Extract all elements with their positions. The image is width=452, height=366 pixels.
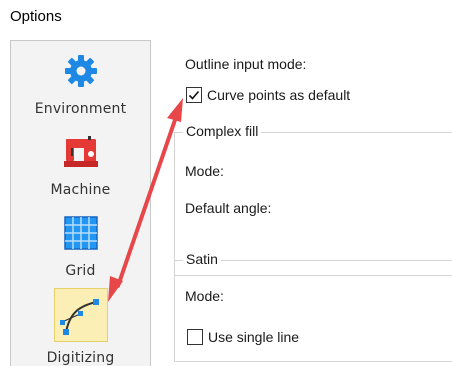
- sidebar-item-label: Digitizing: [46, 350, 115, 366]
- sidebar-item-environment[interactable]: Environment: [11, 45, 150, 123]
- bezier-curve-icon: [53, 288, 108, 342]
- window-title: Options: [10, 8, 62, 25]
- sidebar-item-digitizing[interactable]: Digitizing: [11, 288, 150, 366]
- sidebar-item-grid[interactable]: Grid: [11, 207, 150, 285]
- options-sidebar: Environment Machine Grid Digitizing: [10, 40, 151, 366]
- sidebar-item-label: Machine: [50, 182, 111, 198]
- single-line-checkbox[interactable]: [187, 329, 203, 345]
- complex-fill-title: Complex fill: [183, 123, 262, 139]
- curve-points-checkbox-row[interactable]: Curve points as default: [186, 87, 350, 103]
- sewing-machine-icon: [61, 132, 101, 172]
- digitizing-options-panel: Outline input mode: Curve points as defa…: [152, 40, 452, 366]
- satin-group: Satin Mode: Use single line: [174, 251, 452, 362]
- curve-points-label: Curve points as default: [207, 87, 351, 103]
- checkmark-icon: [188, 90, 200, 100]
- satin-mode-label: Mode:: [185, 288, 224, 304]
- satin-title: Satin: [183, 251, 221, 267]
- single-line-checkbox-row[interactable]: Use single line: [187, 329, 299, 345]
- sidebar-item-label: Grid: [65, 263, 96, 279]
- sidebar-item-label: Environment: [34, 101, 127, 117]
- single-line-label: Use single line: [208, 329, 300, 345]
- outline-input-mode-label: Outline input mode:: [185, 56, 307, 72]
- complex-fill-mode-label: Mode:: [185, 163, 224, 179]
- gear-icon: [61, 51, 101, 91]
- grid-icon: [61, 213, 101, 253]
- default-angle-label: Default angle:: [185, 200, 272, 216]
- sidebar-item-machine[interactable]: Machine: [11, 126, 150, 204]
- curve-points-checkbox[interactable]: [186, 87, 202, 103]
